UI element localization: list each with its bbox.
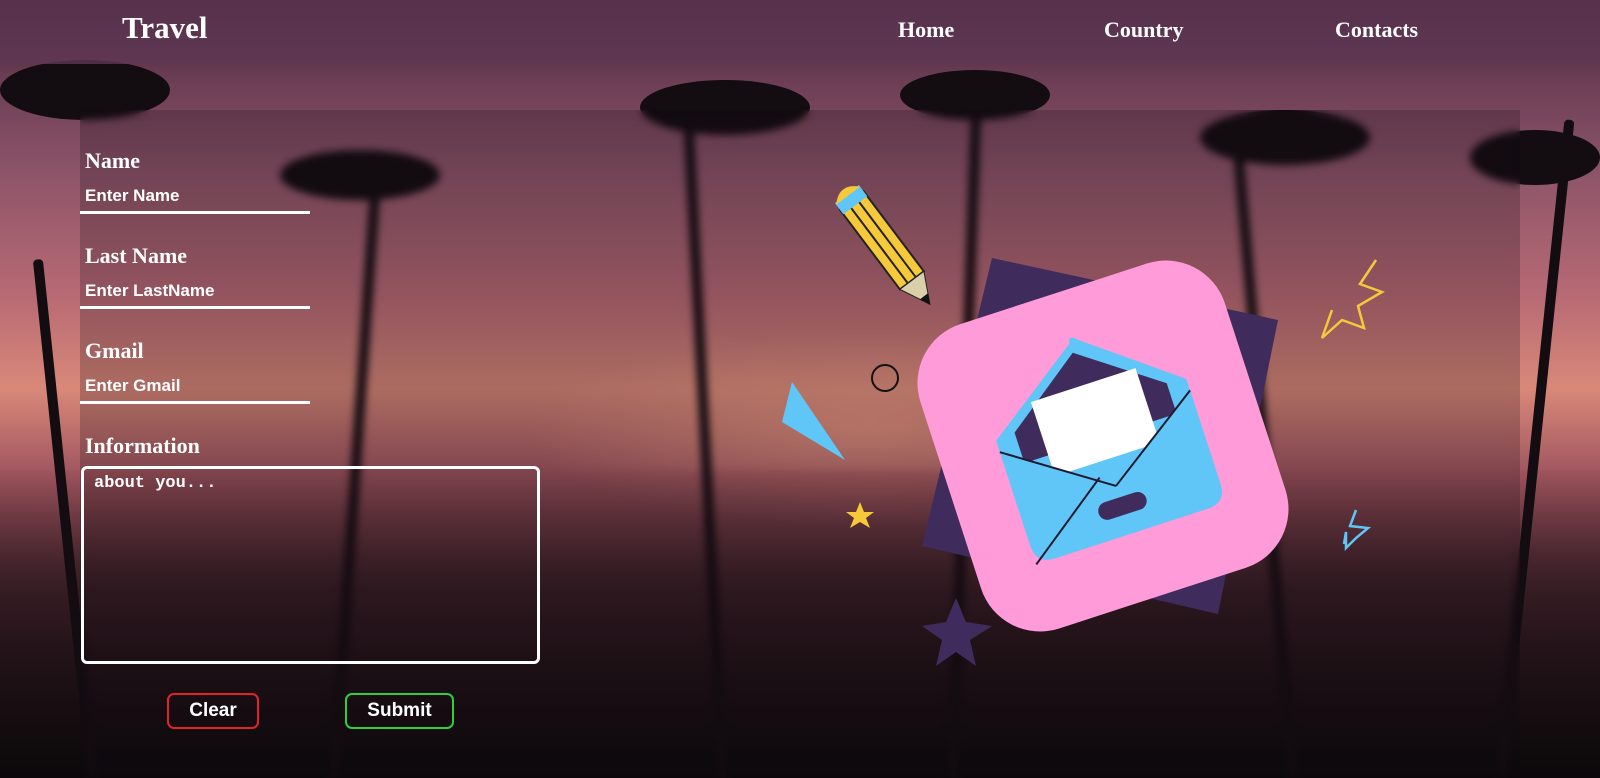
mail-envelope-illustration — [782, 185, 1385, 666]
top-navbar: Travel Home Country Contacts — [0, 0, 1600, 64]
star-icon — [1342, 509, 1372, 552]
pencil-icon — [834, 185, 931, 306]
clear-button[interactable]: Clear — [167, 693, 259, 729]
star-icon — [1320, 259, 1385, 339]
brand-logo[interactable]: Travel — [122, 10, 208, 46]
nav-link-home[interactable]: Home — [898, 17, 954, 43]
lastname-label: Last Name — [85, 243, 188, 268]
nav-link-contacts[interactable]: Contacts — [1335, 17, 1418, 43]
information-textarea[interactable] — [81, 466, 540, 664]
star-icon — [922, 598, 992, 666]
gmail-field[interactable] — [80, 370, 310, 404]
circle-shape — [871, 364, 899, 392]
gmail-label: Gmail — [85, 338, 144, 363]
lastname-field[interactable] — [80, 275, 310, 309]
information-label: Information — [85, 433, 200, 458]
name-field[interactable] — [80, 180, 310, 214]
submit-button[interactable]: Submit — [345, 693, 454, 729]
triangle-shape — [782, 382, 845, 460]
star-icon — [846, 502, 874, 528]
name-label: Name — [85, 148, 140, 173]
nav-link-country[interactable]: Country — [1104, 17, 1183, 43]
